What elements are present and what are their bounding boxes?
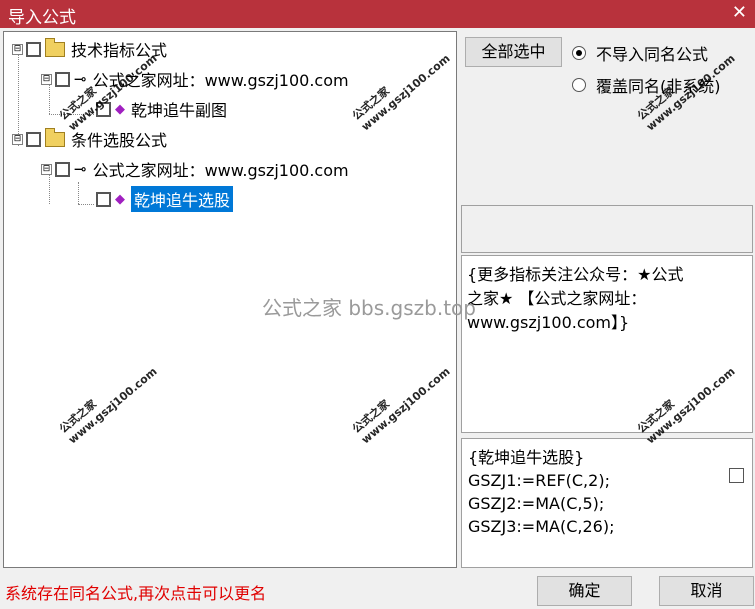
tree-node-stock-selection[interactable]: ⊟ 条件选股公式	[12, 127, 168, 150]
select-all-button[interactable]: 全部选中	[465, 37, 562, 67]
tree-node-formula-subchart[interactable]: ◆ 乾坤追牛副图	[96, 98, 227, 120]
folder-icon	[45, 37, 65, 57]
window-title: 导入公式	[8, 8, 76, 28]
status-message: 系统存在同名公式,再次点击可以更名	[5, 584, 267, 603]
checkbox[interactable]	[55, 161, 70, 177]
tree-node-label: 条件选股公式	[71, 131, 168, 150]
watermark-text: 公式之家 bbs.gszb.top	[262, 296, 476, 320]
description-line: 之家★ 【公式之家网址：	[467, 289, 647, 308]
empty-panel	[461, 205, 753, 253]
description-line: www.gszj100.com】}	[467, 313, 630, 332]
tree-connector	[78, 204, 94, 205]
tree-node-label: 公式之家网址：www.gszj100.com	[92, 161, 349, 180]
tree-node-website-2[interactable]: ⊟ ⊸ 公式之家网址：www.gszj100.com	[41, 158, 349, 180]
tree-node-formula-selection[interactable]: ◆ 乾坤追牛选股	[96, 186, 234, 212]
collapse-icon[interactable]: ⊟	[41, 163, 52, 175]
collapse-icon[interactable]: ⊟	[12, 43, 23, 55]
formula-description: {更多指标关注公众号：★公式 之家★ 【公式之家网址： www.gszj100.…	[467, 263, 747, 335]
folder-icon	[45, 127, 65, 147]
radio-no-import-same[interactable]: 不导入同名公式	[572, 41, 708, 65]
ok-button[interactable]: 确定	[537, 576, 632, 606]
key-icon: ⊸	[74, 160, 87, 178]
formula-code: {乾坤追牛选股} GSZJ1:=REF(C,2); GSZJ2:=MA(C,5)…	[468, 446, 614, 538]
code-line: GSZJ2:=MA(C,5);	[468, 494, 605, 513]
tree-node-label-selected: 乾坤追牛选股	[131, 186, 234, 212]
code-line: GSZJ1:=REF(C,2);	[468, 471, 610, 490]
formula-gem-icon: ◆	[115, 101, 125, 117]
collapse-icon[interactable]: ⊟	[12, 133, 23, 145]
code-line: {乾坤追牛选股}	[468, 448, 585, 467]
tree-node-label: 乾坤追牛副图	[131, 101, 228, 120]
formula-gem-icon: ◆	[115, 191, 125, 207]
tree-connector	[78, 182, 79, 204]
close-icon[interactable]: ✕	[732, 2, 747, 23]
collapse-icon[interactable]: ⊟	[41, 73, 52, 85]
radio-selected-icon[interactable]	[572, 46, 586, 60]
checkbox[interactable]	[96, 191, 111, 207]
title-bar: 导入公式 ✕	[0, 0, 755, 28]
checkbox[interactable]	[26, 131, 41, 147]
cancel-button[interactable]: 取消	[659, 576, 754, 606]
radio-unselected-icon[interactable]	[572, 78, 586, 92]
code-checkbox[interactable]	[729, 468, 744, 483]
checkbox[interactable]	[55, 71, 70, 87]
checkbox[interactable]	[26, 41, 41, 57]
description-line: {更多指标关注公众号：★公式	[467, 265, 684, 284]
code-line: GSZJ3:=MA(C,26);	[468, 517, 615, 536]
